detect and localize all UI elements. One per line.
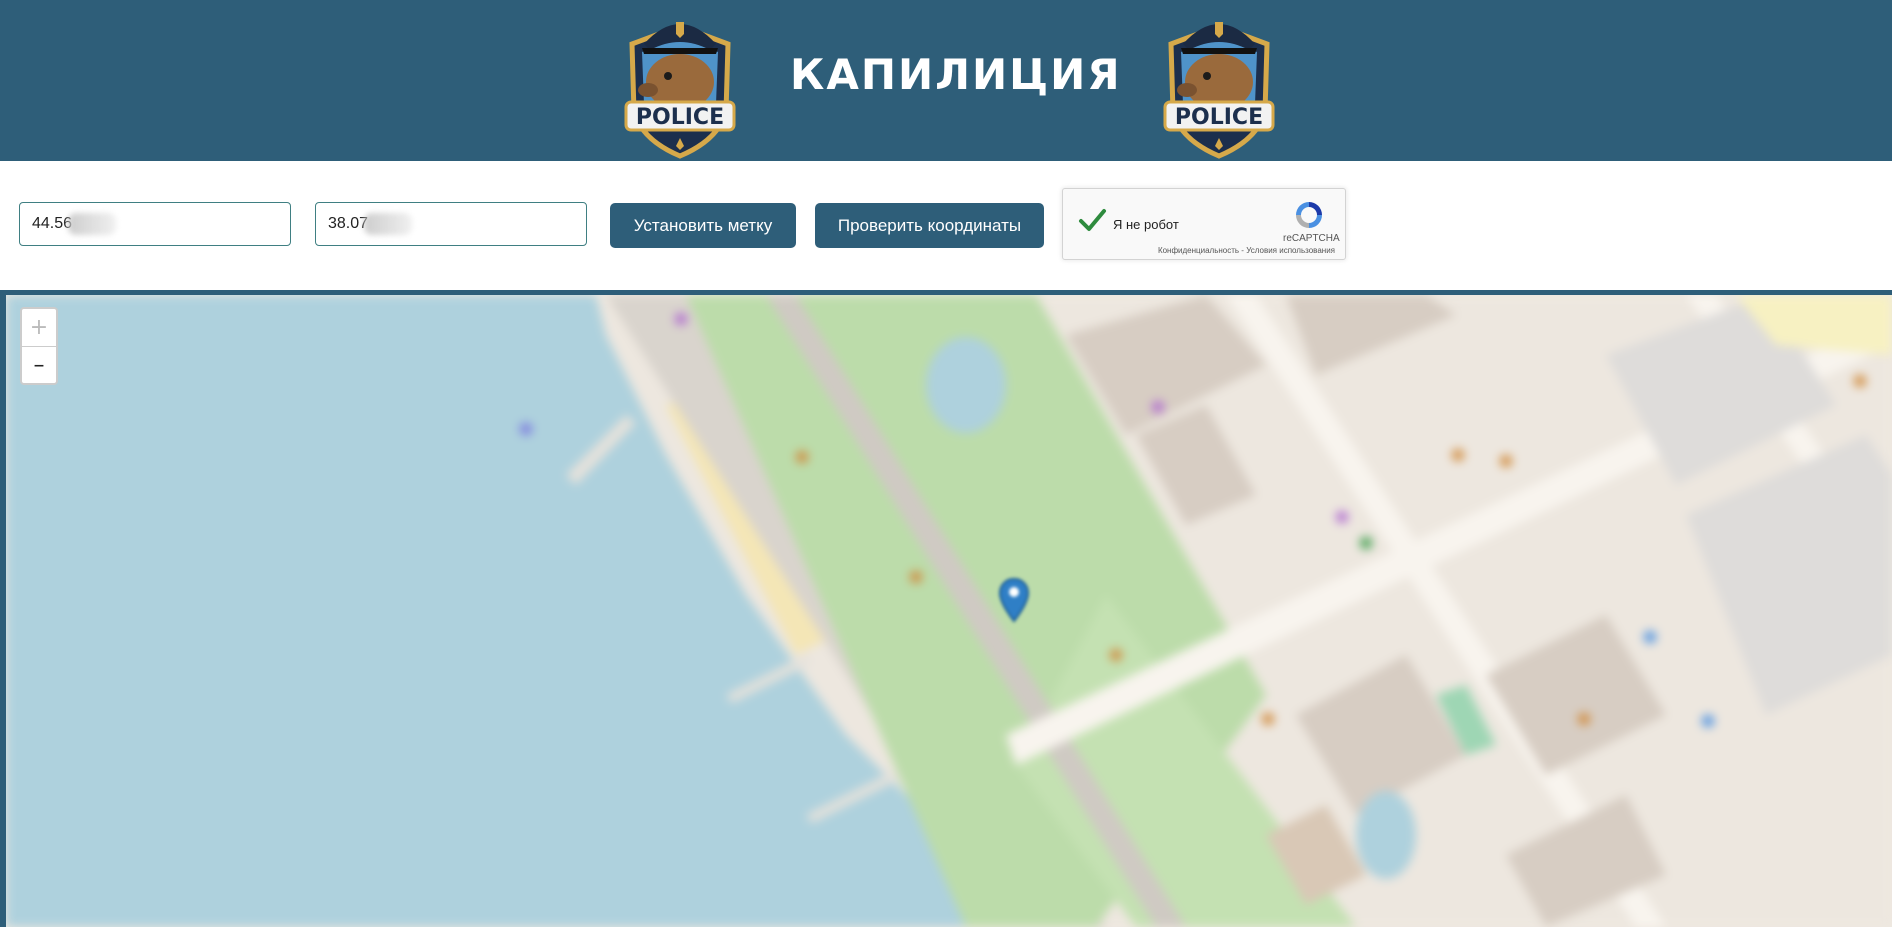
plus-icon[interactable]: + — [22, 309, 56, 346]
latitude-redaction — [68, 213, 116, 235]
site-title: КАПИЛИЦИЯ — [790, 50, 1122, 99]
captcha-terms-link[interactable]: Конфиденциальность - Условия использован… — [1158, 246, 1335, 255]
longitude-redaction — [364, 213, 412, 235]
recaptcha-logo-icon — [1296, 202, 1322, 228]
badge-text: POLICE — [1175, 105, 1263, 130]
minus-icon[interactable]: – — [22, 347, 56, 384]
checkmark-icon[interactable] — [1077, 205, 1107, 235]
set-marker-button[interactable]: Установить метку — [610, 203, 796, 248]
captcha-brand: reCAPTCHA — [1283, 233, 1340, 244]
longitude-input[interactable] — [315, 202, 587, 246]
check-coordinates-button[interactable]: Проверить координаты — [815, 203, 1044, 248]
police-badge-right: POLICE — [1157, 4, 1281, 160]
recaptcha-widget: Я не робот reCAPTCHA Конфиденциальность … — [1062, 188, 1346, 260]
site-header: POLICE КАПИЛИЦИЯ POLICE — [0, 0, 1892, 161]
zoom-control: + – — [20, 307, 58, 385]
badge-text: POLICE — [636, 105, 724, 130]
map-tiles[interactable] — [6, 295, 1892, 927]
map-view[interactable]: + – — [6, 295, 1892, 927]
police-badge-left: POLICE — [618, 4, 742, 160]
map-pin-icon[interactable] — [998, 577, 1030, 625]
latitude-input[interactable] — [19, 202, 291, 246]
captcha-label: Я не робот — [1113, 217, 1179, 232]
